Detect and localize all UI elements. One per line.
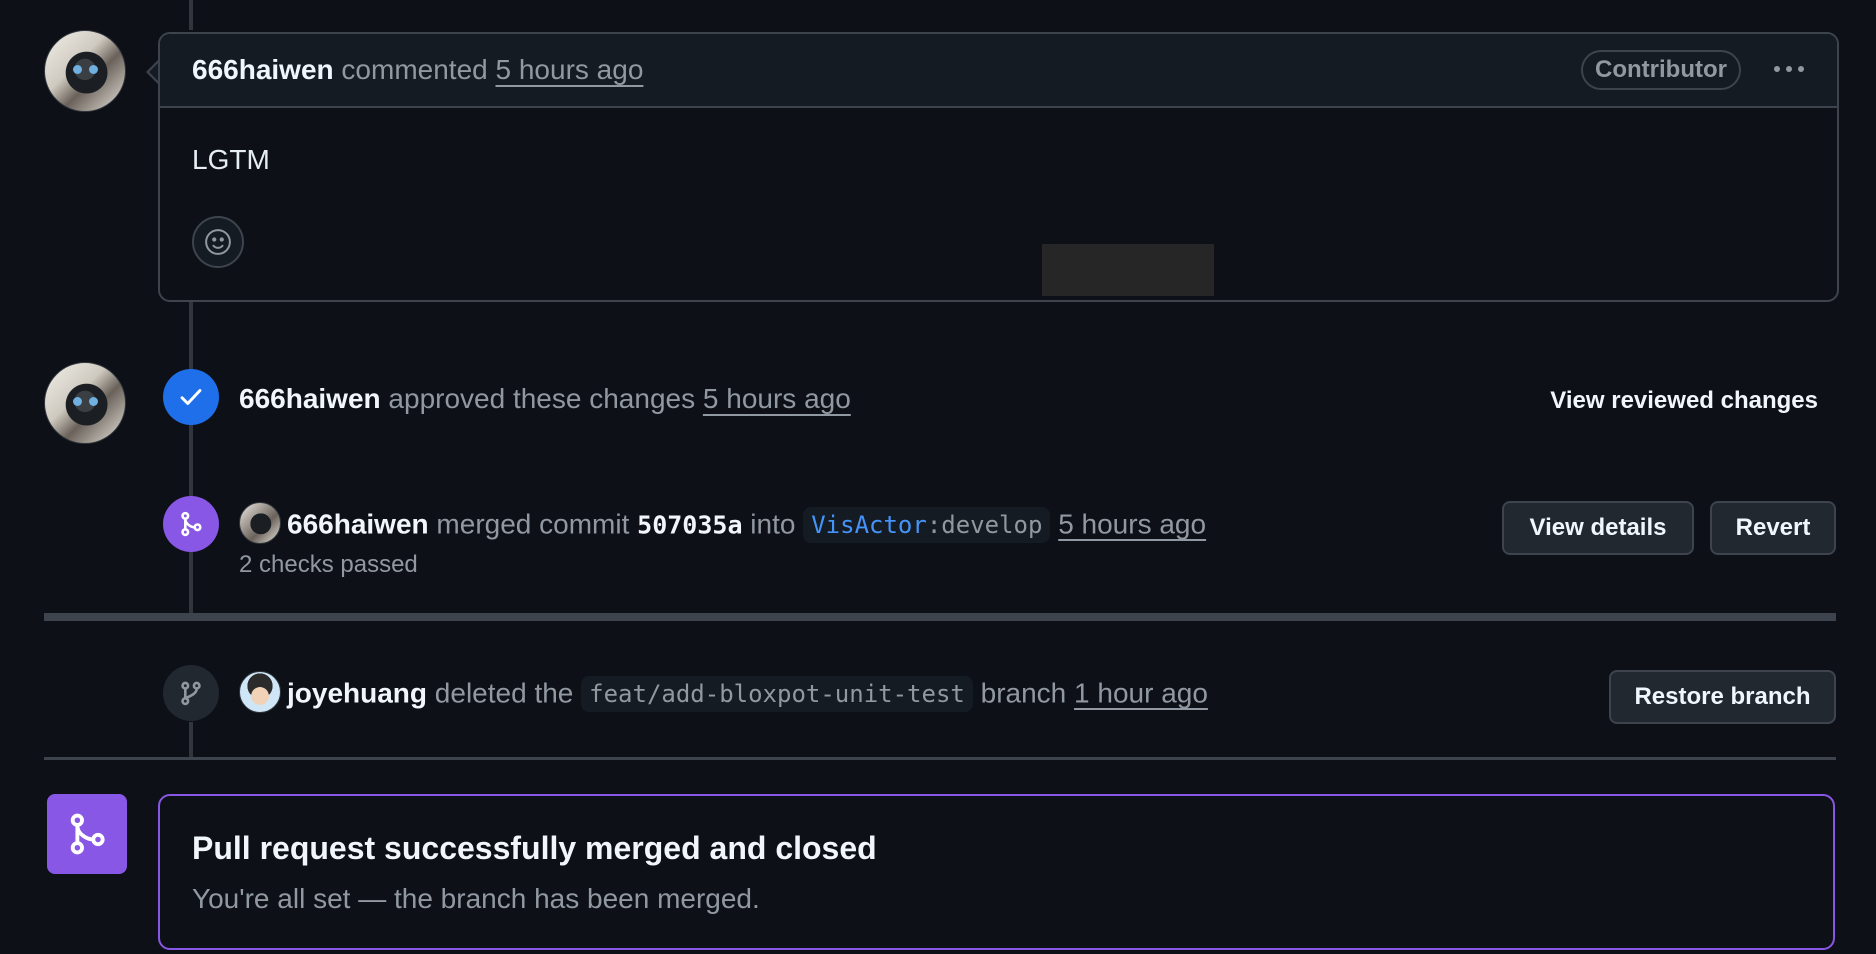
target-branch[interactable]: VisActor:develop bbox=[803, 507, 1051, 544]
redaction-box bbox=[1042, 244, 1214, 296]
delete-suffix: branch bbox=[980, 677, 1067, 709]
avatar[interactable] bbox=[239, 502, 281, 544]
comment-caret bbox=[146, 60, 159, 84]
approval-event: 666haiwen approved these changes 5 hours… bbox=[239, 383, 851, 415]
merge-icon bbox=[163, 496, 219, 552]
merge-time[interactable]: 5 hours ago bbox=[1058, 508, 1206, 539]
approval-author[interactable]: 666haiwen bbox=[239, 383, 381, 414]
approved-check-icon bbox=[163, 369, 219, 425]
branch-owner: VisActor bbox=[811, 511, 927, 540]
merge-action: merged commit bbox=[436, 508, 630, 540]
avatar[interactable] bbox=[44, 362, 126, 444]
delete-branch-event: joyehuang deleted the feat/add-bloxpot-u… bbox=[239, 671, 1208, 716]
branch-icon bbox=[163, 665, 219, 721]
comment-header: 666haiwen commented 5 hours ago Contribu… bbox=[160, 34, 1837, 108]
comment-time[interactable]: 5 hours ago bbox=[496, 54, 644, 85]
merge-event: 666haiwen merged commit 507035a into Vis… bbox=[239, 502, 1206, 547]
restore-branch-button[interactable]: Restore branch bbox=[1609, 670, 1836, 724]
comment-author[interactable]: 666haiwen bbox=[192, 54, 334, 85]
view-details-button[interactable]: View details bbox=[1502, 501, 1694, 555]
timeline-line bbox=[189, 300, 193, 616]
merged-tile-icon bbox=[47, 794, 127, 874]
divider bbox=[44, 757, 1836, 760]
avatar[interactable] bbox=[44, 30, 126, 112]
contributor-badge: Contributor bbox=[1581, 50, 1741, 90]
merged-title: Pull request successfully merged and clo… bbox=[192, 830, 877, 866]
approval-action: approved these changes bbox=[388, 383, 696, 414]
merged-status-box: Pull request successfully merged and clo… bbox=[158, 794, 1835, 950]
comment-action: commented bbox=[341, 54, 488, 85]
divider bbox=[44, 613, 1836, 621]
checks-status[interactable]: 2 checks passed bbox=[239, 551, 418, 579]
timeline-line bbox=[189, 0, 193, 30]
avatar[interactable] bbox=[239, 671, 281, 713]
view-reviewed-changes-link[interactable]: View reviewed changes bbox=[1550, 387, 1818, 415]
approval-time[interactable]: 5 hours ago bbox=[703, 383, 851, 414]
comment-body: LGTM bbox=[192, 144, 270, 175]
delete-action: deleted the bbox=[434, 677, 574, 709]
timeline-line bbox=[189, 722, 193, 760]
commit-sha[interactable]: 507035a bbox=[637, 510, 742, 539]
revert-button[interactable]: Revert bbox=[1710, 501, 1836, 555]
more-options-icon[interactable] bbox=[1769, 52, 1809, 86]
deleted-branch-name: feat/add-bloxpot-unit-test bbox=[581, 676, 973, 713]
delete-time[interactable]: 1 hour ago bbox=[1074, 677, 1208, 708]
merged-subtitle: You're all set — the branch has been mer… bbox=[192, 883, 760, 914]
comment-box: 666haiwen commented 5 hours ago Contribu… bbox=[158, 32, 1839, 302]
merge-author[interactable]: 666haiwen bbox=[287, 508, 429, 539]
add-reaction-icon[interactable] bbox=[192, 216, 244, 268]
branch-name: :develop bbox=[926, 511, 1043, 540]
merge-into: into bbox=[750, 508, 796, 540]
delete-author[interactable]: joyehuang bbox=[287, 677, 427, 708]
